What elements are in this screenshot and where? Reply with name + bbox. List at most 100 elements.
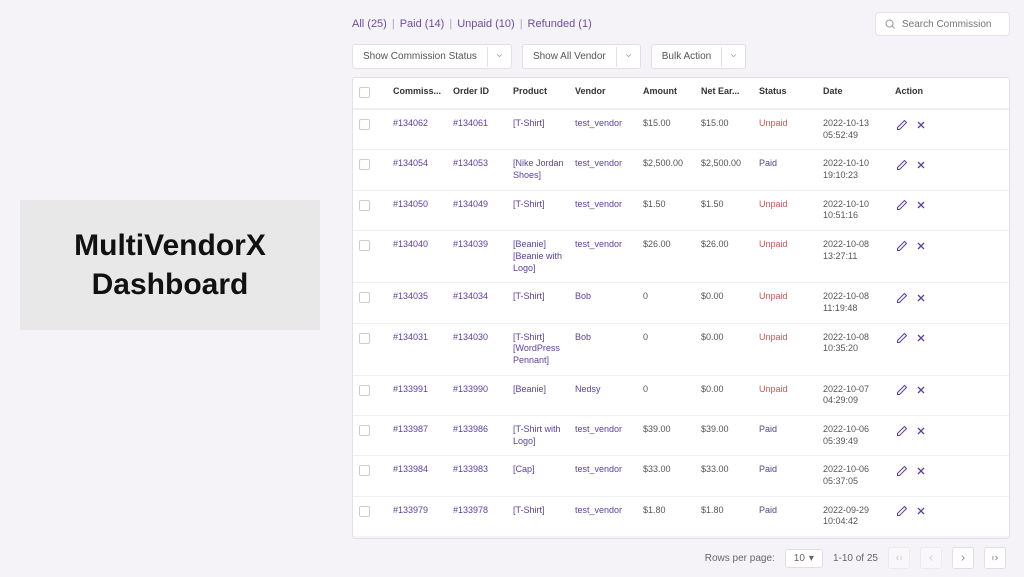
edit-icon[interactable] <box>895 505 908 518</box>
commission-link[interactable]: #134031 <box>393 332 449 342</box>
close-icon[interactable] <box>914 158 927 171</box>
close-icon[interactable] <box>914 332 927 345</box>
filter-bulk[interactable]: Bulk Action <box>651 44 746 69</box>
col-vendor: Vendor <box>575 86 639 96</box>
vendor-link[interactable]: test_vendor <box>575 118 639 128</box>
filter-status[interactable]: Show Commission Status <box>352 44 512 69</box>
commissions-table: Commiss... Order ID Product Vendor Amoun… <box>352 77 1010 539</box>
table-header: Commiss... Order ID Product Vendor Amoun… <box>353 78 1009 109</box>
nav-unpaid[interactable]: Unpaid (10) <box>457 18 514 30</box>
commission-link[interactable]: #133979 <box>393 505 449 515</box>
close-icon[interactable] <box>914 464 927 477</box>
row-checkbox[interactable] <box>359 292 370 303</box>
vendor-link[interactable]: test_vendor <box>575 505 639 515</box>
row-checkbox[interactable] <box>359 200 370 211</box>
vendor-link[interactable]: test_vendor <box>575 199 639 209</box>
order-link[interactable]: #133978 <box>453 505 509 515</box>
product-link[interactable]: [Beanie] [Beanie with Logo] <box>513 239 571 274</box>
table-body: #134062 #134061 [T-Shirt] test_vendor $1… <box>353 109 1009 538</box>
edit-icon[interactable] <box>895 239 908 252</box>
page-prev-button[interactable] <box>920 547 942 569</box>
row-checkbox[interactable] <box>359 240 370 251</box>
row-checkbox[interactable] <box>359 159 370 170</box>
close-icon[interactable] <box>914 424 927 437</box>
search-input[interactable] <box>902 19 1001 30</box>
commission-link[interactable]: #134040 <box>393 239 449 249</box>
col-product: Product <box>513 86 571 96</box>
vendor-link[interactable]: Bob <box>575 332 639 342</box>
edit-icon[interactable] <box>895 464 908 477</box>
filter-vendor[interactable]: Show All Vendor <box>522 44 641 69</box>
vendor-link[interactable]: test_vendor <box>575 424 639 434</box>
order-link[interactable]: #133986 <box>453 424 509 434</box>
row-checkbox[interactable] <box>359 465 370 476</box>
edit-icon[interactable] <box>895 332 908 345</box>
edit-icon[interactable] <box>895 199 908 212</box>
page-range: 1-10 of 25 <box>833 553 878 564</box>
amount-cell: $1.50 <box>643 199 697 209</box>
nav-all[interactable]: All (25) <box>352 18 387 30</box>
page-next-button[interactable] <box>952 547 974 569</box>
vendor-link[interactable]: test_vendor <box>575 158 639 168</box>
table-row: #134040 #134039 [Beanie] [Beanie with Lo… <box>353 230 1009 282</box>
commission-link[interactable]: #133991 <box>393 384 449 394</box>
nav-refunded[interactable]: Refunded (1) <box>528 18 592 30</box>
net-cell: $39.00 <box>701 424 755 434</box>
product-link[interactable]: [T-Shirt] <box>513 118 571 130</box>
product-link[interactable]: [T-Shirt] [WordPress Pennant] <box>513 332 571 367</box>
search-box[interactable] <box>875 12 1010 36</box>
row-checkbox[interactable] <box>359 385 370 396</box>
order-link[interactable]: #134053 <box>453 158 509 168</box>
product-link[interactable]: [Cap] <box>513 464 571 476</box>
vendor-link[interactable]: test_vendor <box>575 239 639 249</box>
close-icon[interactable] <box>914 384 927 397</box>
order-link[interactable]: #134030 <box>453 332 509 342</box>
net-cell: $33.00 <box>701 464 755 474</box>
edit-icon[interactable] <box>895 291 908 304</box>
row-checkbox[interactable] <box>359 333 370 344</box>
commission-link[interactable]: #133987 <box>393 424 449 434</box>
close-icon[interactable] <box>914 505 927 518</box>
order-link[interactable]: #134034 <box>453 291 509 301</box>
order-link[interactable]: #134039 <box>453 239 509 249</box>
product-link[interactable]: [Nike Jordan Shoes] <box>513 158 571 181</box>
col-order-id: Order ID <box>453 86 509 96</box>
order-link[interactable]: #134049 <box>453 199 509 209</box>
close-icon[interactable] <box>914 291 927 304</box>
select-all-checkbox[interactable] <box>359 87 370 98</box>
commission-link[interactable]: #134054 <box>393 158 449 168</box>
row-checkbox[interactable] <box>359 119 370 130</box>
vendor-link[interactable]: Bob <box>575 291 639 301</box>
rows-per-page-select[interactable]: 10 ▾ <box>785 549 823 568</box>
vendor-link[interactable]: Nedsy <box>575 384 639 394</box>
edit-icon[interactable] <box>895 158 908 171</box>
row-checkbox[interactable] <box>359 425 370 436</box>
product-link[interactable]: [T-Shirt] <box>513 505 571 517</box>
close-icon[interactable] <box>914 239 927 252</box>
edit-icon[interactable] <box>895 384 908 397</box>
page-first-button[interactable] <box>888 547 910 569</box>
page-title: MultiVendorX Dashboard <box>20 226 320 304</box>
product-link[interactable]: [T-Shirt] <box>513 291 571 303</box>
product-link[interactable]: [T-Shirt with Logo] <box>513 424 571 447</box>
close-icon[interactable] <box>914 118 927 131</box>
close-icon[interactable] <box>914 199 927 212</box>
order-link[interactable]: #133983 <box>453 464 509 474</box>
product-link[interactable]: [Beanie] <box>513 384 571 396</box>
edit-icon[interactable] <box>895 424 908 437</box>
order-link[interactable]: #133990 <box>453 384 509 394</box>
commission-link[interactable]: #134050 <box>393 199 449 209</box>
vendor-link[interactable]: test_vendor <box>575 464 639 474</box>
col-net: Net Ear... <box>701 86 755 96</box>
edit-icon[interactable] <box>895 118 908 131</box>
commission-link[interactable]: #134062 <box>393 118 449 128</box>
table-row: #133991 #133990 [Beanie] Nedsy 0 $0.00 U… <box>353 375 1009 415</box>
nav-paid[interactable]: Paid (14) <box>400 18 445 30</box>
row-checkbox[interactable] <box>359 506 370 517</box>
commission-link[interactable]: #134035 <box>393 291 449 301</box>
product-link[interactable]: [T-Shirt] <box>513 199 571 211</box>
page-last-button[interactable] <box>984 547 1006 569</box>
commission-link[interactable]: #133984 <box>393 464 449 474</box>
status-cell: Unpaid <box>759 199 819 209</box>
order-link[interactable]: #134061 <box>453 118 509 128</box>
